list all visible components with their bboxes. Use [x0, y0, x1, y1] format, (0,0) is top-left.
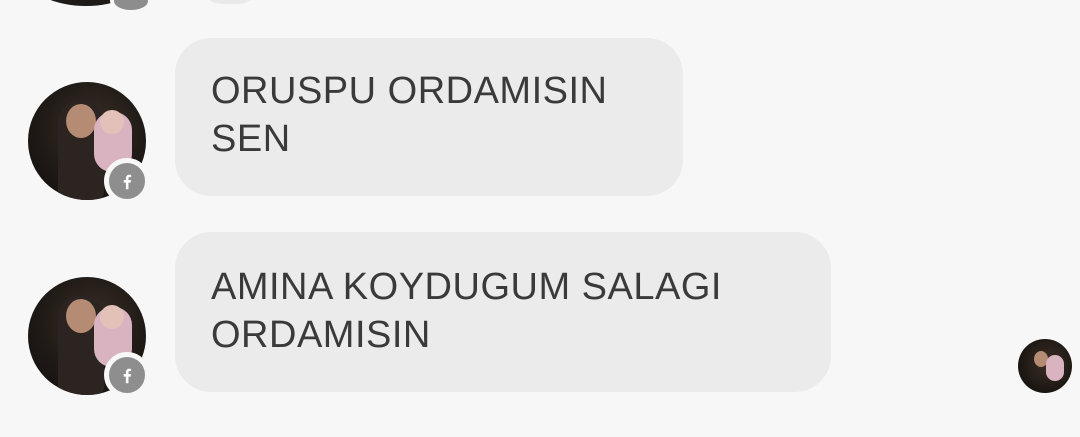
- seen-avatar-baby: [1046, 355, 1064, 381]
- avatar-baby-face: [100, 305, 124, 329]
- chat-thread: ORUSPU ORDAMISIN SEN AMINA KOYDUGUM SALA…: [0, 0, 1080, 437]
- message-bubble-partial[interactable]: [200, 0, 260, 4]
- facebook-icon: [104, 158, 150, 204]
- facebook-badge-partial-icon: [110, 0, 152, 14]
- avatar-baby-face: [100, 110, 124, 134]
- seen-avatar: [1018, 339, 1072, 393]
- message-bubble[interactable]: AMINA KOYDUGUM SALAGI ORDAMISIN: [175, 232, 831, 392]
- avatar-face: [66, 299, 96, 333]
- avatar-face: [66, 104, 96, 138]
- facebook-icon: [104, 352, 150, 398]
- message-bubble[interactable]: ORUSPU ORDAMISIN SEN: [175, 38, 683, 196]
